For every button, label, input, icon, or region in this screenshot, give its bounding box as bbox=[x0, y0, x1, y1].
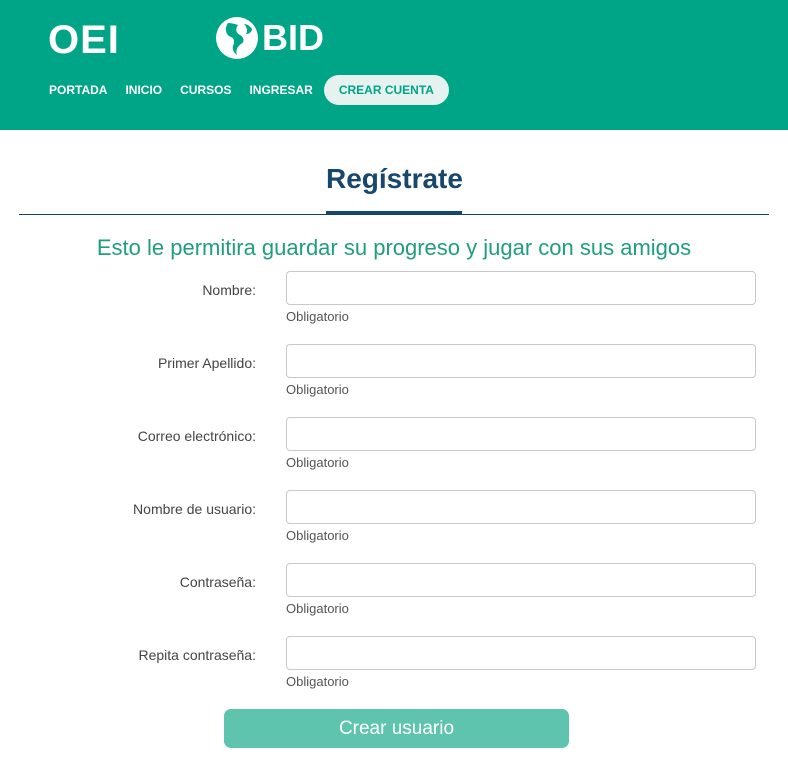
form-row-repita: Repita contraseña: Obligatorio bbox=[0, 636, 788, 706]
form-row-apellido: Primer Apellido: Obligatorio bbox=[0, 344, 788, 414]
confirm-password-input[interactable] bbox=[286, 636, 756, 670]
apellido-help: Obligatorio bbox=[286, 382, 349, 397]
repita-label: Repita contraseña: bbox=[138, 647, 256, 663]
apellido-label: Primer Apellido: bbox=[157, 355, 256, 371]
contrasena-label: Contraseña: bbox=[179, 574, 256, 590]
page-title: Regístrate bbox=[326, 160, 463, 214]
contrasena-help: Obligatorio bbox=[286, 601, 349, 616]
usuario-label: Nombre de usuario: bbox=[133, 501, 256, 517]
site-header: OEI BID PORTADA INICIO CURSOS INGRESAR C… bbox=[0, 0, 788, 130]
nav-cursos[interactable]: CURSOS bbox=[171, 75, 240, 105]
password-input[interactable] bbox=[286, 563, 756, 597]
globe-icon bbox=[216, 17, 258, 59]
nombre-help: Obligatorio bbox=[286, 309, 349, 324]
correo-help: Obligatorio bbox=[286, 455, 349, 470]
nombre-label: Nombre: bbox=[202, 282, 256, 298]
form-row-correo: Correo electrónico: Obligatorio bbox=[0, 417, 788, 487]
username-input[interactable] bbox=[286, 490, 756, 524]
nav-ingresar[interactable]: INGRESAR bbox=[240, 75, 321, 105]
nav-inicio[interactable]: INICIO bbox=[116, 75, 171, 105]
nav-portada[interactable]: PORTADA bbox=[40, 75, 116, 105]
form-row-contrasena: Contraseña: Obligatorio bbox=[0, 563, 788, 633]
email-field[interactable] bbox=[286, 417, 756, 451]
page-title-section: Regístrate bbox=[19, 160, 769, 215]
oei-logo[interactable]: OEI bbox=[48, 16, 120, 64]
form-row-usuario: Nombre de usuario: Obligatorio bbox=[0, 490, 788, 560]
bid-logo-text: BID bbox=[262, 17, 324, 58]
apellido-input[interactable] bbox=[286, 344, 756, 378]
repita-help: Obligatorio bbox=[286, 674, 349, 689]
nav-crear-cuenta[interactable]: CREAR CUENTA bbox=[323, 75, 449, 105]
nombre-input[interactable] bbox=[286, 271, 756, 305]
correo-label: Correo electrónico: bbox=[137, 428, 256, 444]
usuario-help: Obligatorio bbox=[286, 528, 349, 543]
bid-logo[interactable]: BID bbox=[214, 14, 324, 62]
form-row-nombre: Nombre: Obligatorio bbox=[0, 271, 788, 341]
main-nav: PORTADA INICIO CURSOS INGRESAR CREAR CUE… bbox=[40, 75, 449, 105]
create-user-button[interactable]: Crear usuario bbox=[224, 709, 569, 748]
page-subtitle: Esto le permitira guardar su progreso y … bbox=[96, 235, 692, 260]
